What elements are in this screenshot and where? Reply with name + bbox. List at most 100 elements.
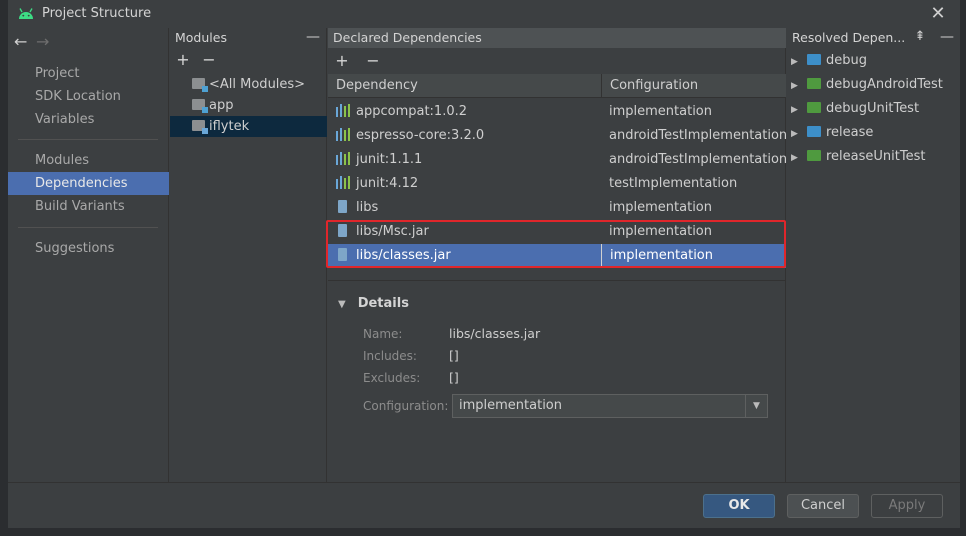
excludes-label: Excludes: [363,371,421,385]
resolved-item-label: debugAndroidTest [826,77,943,92]
modules-header: Modules [175,30,227,45]
dialog-button-bar: OK Cancel Apply [8,482,960,528]
resolved-dependencies-header: Resolved Depen... [792,30,906,45]
expand-triangle-icon: ▶ [791,57,798,67]
table-row[interactable]: appcompat:1.0.2 implementation [328,100,786,124]
forward-arrow-icon[interactable]: → [36,32,58,51]
sidebar-divider [18,227,158,228]
title-bar: Project Structure ✕ [8,0,960,28]
remove-dependency-button[interactable]: − [363,51,383,71]
cancel-button[interactable]: Cancel [787,494,859,518]
folder-icon [807,102,821,113]
configuration-cell: androidTestImplementation [609,152,788,167]
table-row[interactable]: libs/Msc.jar implementation [328,220,786,244]
resolved-item-label: releaseUnitTest [826,149,926,164]
collapse-triangle-icon: ▼ [338,299,346,310]
dependency-name: libs [356,200,379,215]
folder-icon [807,54,821,65]
sidebar: ← → Project SDK Location Variables Module… [8,28,169,482]
declared-dependencies-header: Declared Dependencies [328,28,786,48]
minimize-icon[interactable]: — [306,29,320,45]
folder-icon [807,126,821,137]
configuration-cell: implementation [609,200,713,215]
resolved-dependencies-panel: Resolved Depen... ⇞ — ▶ debug ▶ debugAndro… [787,28,960,482]
table-row[interactable]: libs implementation [328,196,786,220]
dropdown-arrow-icon[interactable]: ▼ [745,395,767,417]
sidebar-item-modules[interactable]: Modules [8,149,169,172]
window-title: Project Structure [42,6,152,21]
table-row[interactable]: junit:1.1.1 androidTestImplementation [328,148,788,172]
dependency-cell: junit:4.12 [328,172,600,196]
sidebar-item-suggestions[interactable]: Suggestions [8,237,169,260]
project-structure-dialog: Project Structure ✕ ← → Project SDK Locat… [8,0,960,528]
dependency-name: libs/classes.jar [356,248,451,263]
expand-triangle-icon: ▶ [791,81,798,91]
resolved-item-debug-android-test[interactable]: ▶ debugAndroidTest [787,73,960,97]
details-title: Details [357,296,409,311]
sidebar-item-build-variants[interactable]: Build Variants [8,195,169,218]
collapse-all-icon[interactable]: ⇞ [912,29,928,44]
expand-triangle-icon: ▶ [791,129,798,139]
resolved-item-release-unit-test[interactable]: ▶ releaseUnitTest [787,145,960,169]
dependency-name: libs/Msc.jar [356,224,429,239]
dependency-cell: libs [328,196,600,220]
expand-triangle-icon: ▶ [791,105,798,115]
configuration-cell: androidTestImplementation [609,128,788,143]
module-label: <All Modules> [209,77,306,92]
resolved-item-label: debugUnitTest [826,101,920,116]
resolved-item-release[interactable]: ▶ release [787,121,960,145]
configuration-label: Configuration: [363,399,449,413]
jar-icon [338,200,347,213]
resolved-item-debug[interactable]: ▶ debug [787,49,960,73]
module-label: app [209,98,234,113]
configuration-cell: implementation [601,244,786,268]
minimize-icon[interactable]: — [940,29,954,45]
sidebar-item-sdk-location[interactable]: SDK Location [8,85,169,108]
module-folder-icon [192,78,208,92]
remove-module-button[interactable]: − [199,50,219,70]
name-value: libs/classes.jar [449,326,541,341]
dependency-name: espresso-core:3.2.0 [356,128,485,143]
dependency-cell: espresso-core:3.2.0 [328,124,600,148]
android-icon [19,8,33,19]
sidebar-item-project[interactable]: Project [8,62,169,85]
column-header-dependency[interactable]: Dependency [328,74,600,98]
dependency-name: junit:1.1.1 [356,152,423,167]
module-all-modules[interactable]: <All Modules> [170,74,327,95]
table-row[interactable]: junit:4.12 testImplementation [328,172,786,196]
close-icon[interactable]: ✕ [926,2,950,26]
expand-triangle-icon: ▶ [791,153,798,163]
dependency-cell: junit:1.1.1 [328,148,600,172]
dependency-name: junit:4.12 [356,176,419,191]
sidebar-item-variables[interactable]: Variables [8,108,169,131]
resolved-item-debug-unit-test[interactable]: ▶ debugUnitTest [787,97,960,121]
back-arrow-icon[interactable]: ← [14,32,36,51]
name-label: Name: [363,327,403,341]
module-folder-icon [192,120,208,134]
apply-button[interactable]: Apply [871,494,943,518]
history-nav: ← → [14,32,58,51]
table-row[interactable]: espresso-core:3.2.0 androidTestImplement… [328,124,788,148]
module-app[interactable]: app [170,95,327,116]
table-row[interactable]: libs/classes.jar implementation [328,244,786,268]
sidebar-divider [18,139,158,140]
library-icon [336,152,350,165]
add-dependency-button[interactable]: + [332,51,352,71]
jar-icon [338,248,347,261]
sidebar-item-dependencies[interactable]: Dependencies [8,172,169,195]
configuration-dropdown[interactable]: implementation ▼ [452,394,768,418]
resolved-item-label: debug [826,53,867,68]
library-icon [336,128,350,141]
module-iflytek[interactable]: iflytek [170,116,327,137]
library-icon [336,104,350,117]
module-label: iflytek [209,119,250,134]
add-module-button[interactable]: + [173,50,193,70]
excludes-value: [] [449,370,459,385]
details-section-toggle[interactable]: ▼ Details [338,296,409,311]
dependency-cell: libs/classes.jar [328,244,600,268]
ok-button[interactable]: OK [703,494,775,518]
configuration-selected-value: implementation [459,398,563,413]
configuration-cell: implementation [609,224,713,239]
module-folder-icon [192,99,208,113]
column-header-configuration[interactable]: Configuration [601,74,786,98]
